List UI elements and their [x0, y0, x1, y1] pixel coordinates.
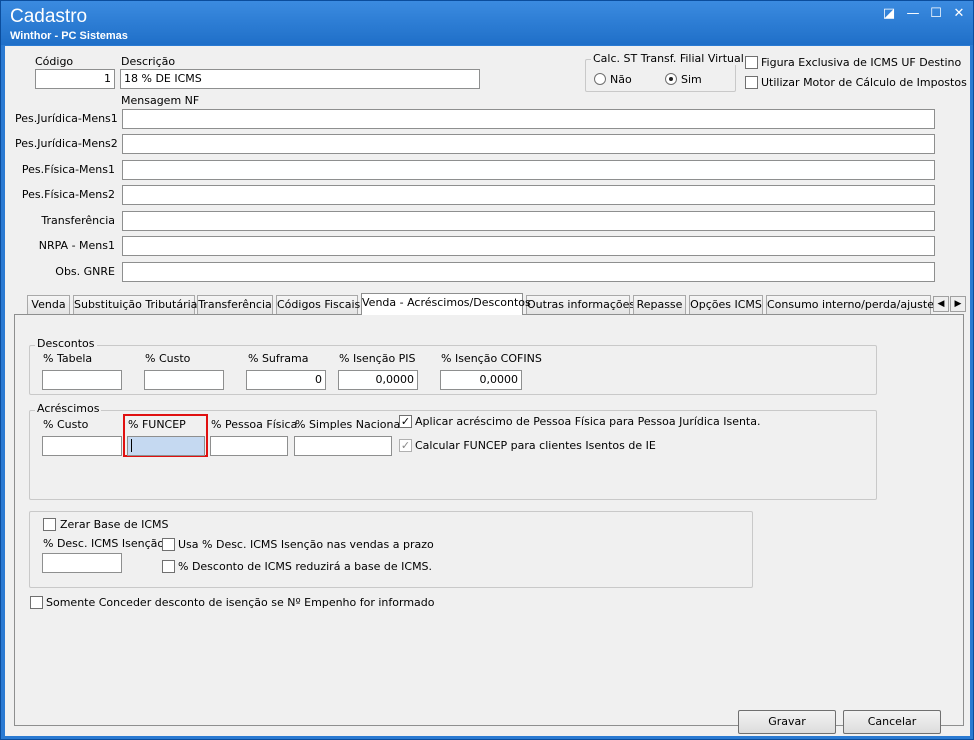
- tab-outras-informacoes[interactable]: Outras informações: [526, 295, 635, 314]
- desc-tabela-label: % Tabela: [43, 352, 93, 365]
- tab-panel: Descontos % Tabela % Custo % Suframa 0 %…: [14, 314, 964, 726]
- close-icon[interactable]: ✕: [951, 6, 967, 22]
- pf-mens1-input[interactable]: [122, 160, 935, 180]
- desc-tabela-input[interactable]: [42, 370, 122, 390]
- title-bar[interactable]: Cadastro Winthor - PC Sistemas ◪ — ☐ ✕: [1, 1, 973, 45]
- calcular-funcep-label: Calcular FUNCEP para clientes Isentos de…: [415, 439, 656, 452]
- nrpa-mens1-input[interactable]: [122, 236, 935, 256]
- usa-desc-label: Usa % Desc. ICMS Isenção nas vendas a pr…: [178, 538, 434, 551]
- desc-isencao-pis-label: % Isenção PIS: [339, 352, 416, 365]
- desconto-reduzira-checkbox[interactable]: [162, 560, 175, 573]
- acr-simples-nacional-input[interactable]: [294, 436, 392, 456]
- figura-exclusiva-label: Figura Exclusiva de ICMS UF Destino: [761, 56, 962, 69]
- utilizar-motor-label: Utilizar Motor de Cálculo de Impostos: [761, 76, 967, 89]
- acr-funcep-input[interactable]: [127, 436, 205, 456]
- desc-isencao-pis-input[interactable]: 0,0000: [338, 370, 418, 390]
- window-title: Cadastro: [10, 6, 88, 27]
- tab-venda[interactable]: Venda: [27, 295, 70, 314]
- transferencia-label: Transferência: [41, 214, 115, 227]
- desc-isencao-cofins-label: % Isenção COFINS: [441, 352, 542, 365]
- pj-mens2-input[interactable]: [122, 134, 935, 154]
- pj-mens1-label: Pes.Jurídica-Mens1: [15, 112, 118, 125]
- tab-venda-acrescimos-descontos[interactable]: Venda - Acréscimos/Descontos: [361, 293, 531, 315]
- tab-scroll-left-icon[interactable]: ◀: [933, 296, 949, 312]
- radio-sim[interactable]: [665, 73, 677, 85]
- restore-icon[interactable]: ◪: [881, 6, 897, 22]
- desc-custo-input[interactable]: [144, 370, 224, 390]
- pf-mens2-input[interactable]: [122, 185, 935, 205]
- pj-mens2-label: Pes.Jurídica-Mens2: [15, 137, 118, 150]
- aplicar-acrescimo-label: Aplicar acréscimo de Pessoa Física para …: [415, 415, 761, 428]
- descontos-title: Descontos: [35, 337, 97, 350]
- codigo-input[interactable]: 1: [35, 69, 115, 89]
- cancelar-button[interactable]: Cancelar: [843, 710, 941, 734]
- acr-funcep-label: % FUNCEP: [128, 418, 186, 431]
- desconto-reduzira-label: % Desconto de ICMS reduzirá a base de IC…: [178, 560, 433, 573]
- desc-isencao-cofins-input[interactable]: 0,0000: [440, 370, 522, 390]
- acr-custo-input[interactable]: [42, 436, 122, 456]
- mensagem-nf-title: Mensagem NF: [121, 94, 200, 107]
- obs-gnre-label: Obs. GNRE: [55, 265, 115, 278]
- desc-icms-isencao-label: % Desc. ICMS Isenção: [43, 537, 165, 550]
- radio-nao[interactable]: [594, 73, 606, 85]
- pf-mens1-label: Pes.Física-Mens1: [21, 163, 115, 176]
- acrescimos-title: Acréscimos: [35, 402, 102, 415]
- tab-scroll-right-icon[interactable]: ▶: [950, 296, 966, 312]
- somente-conceder-checkbox[interactable]: [30, 596, 43, 609]
- transferencia-input[interactable]: [122, 211, 935, 231]
- gravar-button[interactable]: Gravar: [738, 710, 836, 734]
- desc-custo-label: % Custo: [145, 352, 191, 365]
- form-client-area: Código 1 Descrição 18 % DE ICMS Calc. ST…: [5, 46, 970, 736]
- desc-suframa-input[interactable]: 0: [246, 370, 326, 390]
- obs-gnre-input[interactable]: [122, 262, 935, 282]
- nrpa-mens1-label: NRPA - Mens1: [38, 239, 115, 252]
- tab-substituicao-tributaria[interactable]: Substituição Tributária: [73, 295, 197, 314]
- acr-simples-nacional-label: % Simples Nacional: [295, 418, 404, 431]
- zerar-base-label: Zerar Base de ICMS: [60, 518, 169, 531]
- codigo-label: Código: [35, 55, 74, 68]
- acr-pessoa-fisica-input[interactable]: [210, 436, 288, 456]
- tab-repasse[interactable]: Repasse: [633, 295, 686, 314]
- radio-sim-label: Sim: [681, 73, 702, 86]
- figura-exclusiva-checkbox[interactable]: [745, 56, 758, 69]
- utilizar-motor-checkbox[interactable]: [745, 76, 758, 89]
- calcular-funcep-checkbox[interactable]: ✓: [399, 439, 412, 452]
- pj-mens1-input[interactable]: [122, 109, 935, 129]
- descricao-label: Descrição: [121, 55, 176, 68]
- window-subtitle: Winthor - PC Sistemas: [10, 30, 128, 42]
- tab-codigos-fiscais[interactable]: Códigos Fiscais: [276, 295, 360, 314]
- radio-nao-label: Não: [610, 73, 632, 86]
- pf-mens2-label: Pes.Física-Mens2: [21, 188, 115, 201]
- acr-custo-label: % Custo: [43, 418, 89, 431]
- descricao-input[interactable]: 18 % DE ICMS: [120, 69, 480, 89]
- somente-conceder-label: Somente Conceder desconto de isenção se …: [46, 596, 435, 609]
- aplicar-acrescimo-checkbox[interactable]: ✓: [399, 415, 412, 428]
- zerar-base-checkbox[interactable]: [43, 518, 56, 531]
- desc-icms-isencao-input[interactable]: [42, 553, 122, 573]
- usa-desc-checkbox[interactable]: [162, 538, 175, 551]
- text-cursor: [131, 439, 132, 452]
- tab-opcoes-icms[interactable]: Opções ICMS: [689, 295, 763, 314]
- tab-transferencia[interactable]: Transferência: [197, 295, 273, 314]
- cadastro-window: Cadastro Winthor - PC Sistemas ◪ — ☐ ✕ C…: [0, 0, 974, 740]
- minimize-icon[interactable]: —: [905, 6, 921, 22]
- desc-suframa-label: % Suframa: [248, 352, 309, 365]
- calc-st-label: Calc. ST Transf. Filial Virtual: [591, 52, 746, 65]
- tab-consumo-interno[interactable]: Consumo interno/perda/ajuste: [766, 295, 934, 314]
- acr-pessoa-fisica-label: % Pessoa Física: [211, 418, 298, 431]
- maximize-icon[interactable]: ☐: [928, 6, 944, 22]
